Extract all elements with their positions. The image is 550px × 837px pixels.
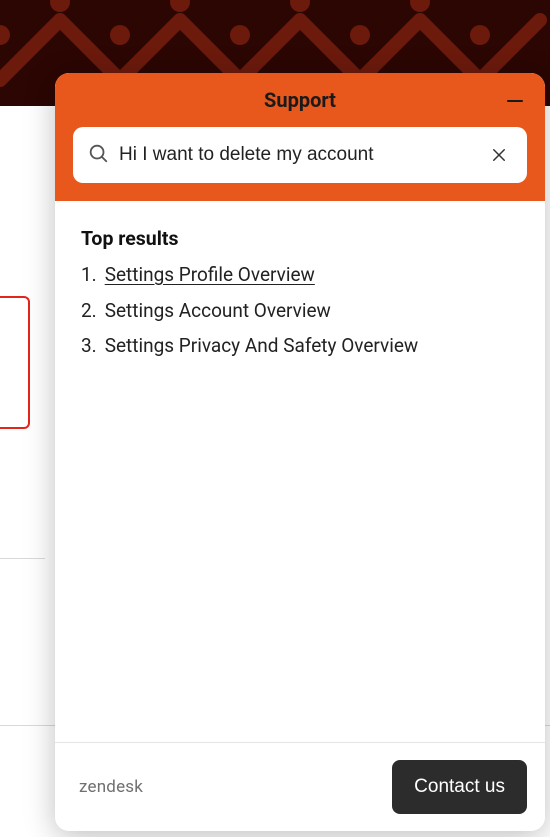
result-label: Settings Profile Overview [105, 262, 315, 288]
widget-title: Support [264, 88, 336, 112]
widget-body: Top results 1. Settings Profile Overview… [55, 201, 545, 742]
contact-us-button[interactable]: Contact us [392, 760, 527, 814]
results-heading: Top results [81, 227, 519, 250]
background-divider [0, 558, 45, 559]
widget-header: Support [55, 73, 545, 201]
search-icon [87, 142, 109, 168]
result-rank: 3. [81, 333, 97, 359]
result-item[interactable]: 1. Settings Profile Overview [81, 262, 519, 288]
results-list: 1. Settings Profile Overview 2. Settings… [81, 262, 519, 359]
widget-footer: zendesk Contact us [55, 742, 545, 831]
header-top-bar: Support [55, 73, 545, 127]
minimize-button[interactable] [503, 89, 527, 113]
minus-icon [507, 100, 523, 102]
result-item[interactable]: 3. Settings Privacy And Safety Overview [81, 333, 519, 359]
search-input[interactable] [119, 144, 475, 166]
x-icon [490, 146, 508, 164]
search-field-container [73, 127, 527, 183]
clear-search-button[interactable] [485, 141, 513, 169]
result-rank: 2. [81, 298, 97, 324]
result-label: Settings Account Overview [105, 298, 331, 324]
provider-label: zendesk [79, 777, 143, 797]
result-item[interactable]: 2. Settings Account Overview [81, 298, 519, 324]
support-widget: Support Top results 1. Settings Profile … [55, 73, 545, 831]
result-rank: 1. [81, 262, 97, 288]
background-card-fragment [0, 296, 30, 429]
result-label: Settings Privacy And Safety Overview [105, 333, 419, 359]
